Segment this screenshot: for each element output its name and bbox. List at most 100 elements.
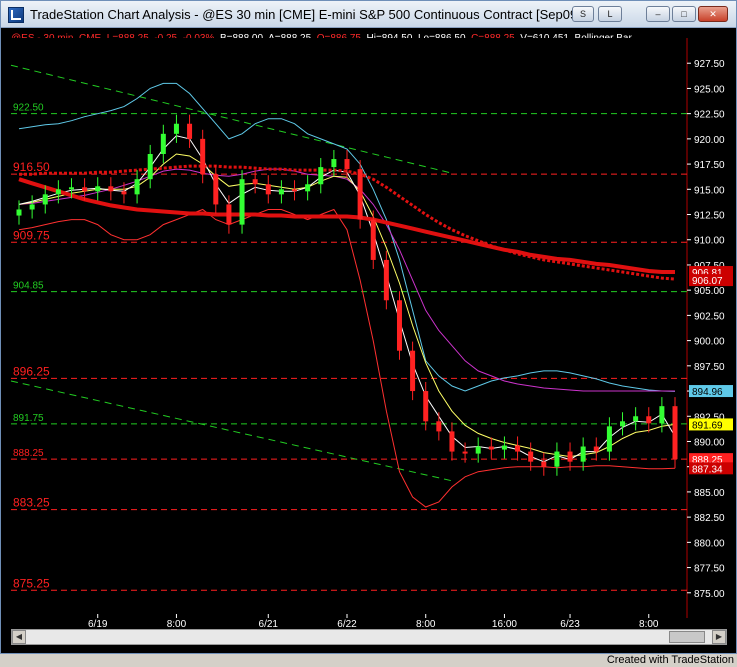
candle-body bbox=[672, 406, 678, 460]
x-axis-tick-label: 8:00 bbox=[416, 619, 436, 628]
candle-body bbox=[173, 123, 179, 134]
candle-body bbox=[475, 446, 481, 454]
chart-window: TradeStation Chart Analysis - @ES 30 min… bbox=[0, 0, 737, 654]
x-axis-tick-label: 6/21 bbox=[259, 619, 279, 628]
y-axis-tick-label: 890.00 bbox=[694, 437, 725, 448]
candle-body bbox=[344, 159, 350, 170]
candle-body bbox=[95, 186, 101, 192]
candle-body bbox=[16, 209, 22, 216]
candle-body bbox=[200, 138, 206, 175]
link-button[interactable]: L bbox=[598, 6, 622, 22]
candle-body bbox=[449, 431, 455, 452]
candle-body bbox=[187, 123, 193, 139]
candle-body bbox=[436, 421, 442, 432]
price-axis-flag-label: 891.69 bbox=[692, 420, 723, 431]
candle-body bbox=[370, 219, 376, 260]
x-axis-tick-label: 6/22 bbox=[337, 619, 357, 628]
y-axis-tick-label: 875.00 bbox=[694, 589, 725, 600]
y-axis-tick-label: 912.50 bbox=[694, 211, 725, 222]
y-axis-tick-label: 910.00 bbox=[694, 236, 725, 247]
x-axis-tick-label: 6/23 bbox=[560, 619, 580, 628]
x-axis-tick-label: 16:00 bbox=[492, 619, 517, 628]
candle-body bbox=[659, 406, 665, 424]
candle-body bbox=[501, 445, 507, 450]
maximize-button[interactable]: □ bbox=[672, 6, 696, 22]
candle-body bbox=[108, 186, 114, 192]
candle-body bbox=[357, 169, 363, 220]
candle-body bbox=[593, 446, 599, 452]
scrollbar-thumb[interactable] bbox=[669, 631, 705, 643]
close-button[interactable]: ✕ bbox=[698, 6, 728, 22]
candle-body bbox=[528, 451, 534, 462]
price-level-label: 875.25 bbox=[13, 576, 50, 590]
candle-body bbox=[620, 421, 626, 427]
candle-body bbox=[331, 159, 337, 168]
price-level-label: 888.25 bbox=[13, 448, 44, 459]
price-level-label: 909.75 bbox=[13, 228, 50, 242]
y-axis-tick-label: 920.00 bbox=[694, 135, 725, 146]
horizontal-scrollbar[interactable]: ◀ ▶ bbox=[11, 629, 727, 645]
price-level-label: 891.75 bbox=[13, 413, 44, 424]
x-axis-tick-label: 6/19 bbox=[88, 619, 108, 628]
candle-body bbox=[462, 451, 468, 454]
price-axis-flag-label: 887.34 bbox=[692, 464, 723, 475]
candle-body bbox=[213, 174, 219, 205]
candle-body bbox=[554, 451, 560, 467]
candle-body bbox=[68, 187, 74, 190]
candle-body bbox=[567, 451, 573, 462]
candle-body bbox=[121, 191, 127, 195]
y-axis-tick-label: 885.00 bbox=[694, 488, 725, 499]
y-axis-tick-label: 877.50 bbox=[694, 564, 725, 575]
price-level-label: 904.85 bbox=[13, 281, 44, 292]
y-axis-tick-label: 902.50 bbox=[694, 311, 725, 322]
price-chart[interactable]: 922.50916.50909.75904.85896.25891.75888.… bbox=[1, 28, 736, 628]
title-bar[interactable]: TradeStation Chart Analysis - @ES 30 min… bbox=[1, 1, 736, 28]
candle-body bbox=[134, 179, 140, 195]
candle-body bbox=[147, 154, 153, 180]
price-axis-flag-label: 906.07 bbox=[692, 276, 723, 287]
candle-body bbox=[396, 300, 402, 351]
minimize-button[interactable]: – bbox=[646, 6, 670, 22]
x-axis-tick-label: 8:00 bbox=[167, 619, 187, 628]
candle-body bbox=[42, 194, 48, 205]
symbol-link-button[interactable]: S bbox=[572, 6, 594, 22]
created-with-label: Created with TradeStation bbox=[606, 654, 734, 666]
y-axis-tick-label: 897.50 bbox=[694, 362, 725, 373]
price-axis-flag-label: 894.96 bbox=[692, 387, 723, 398]
candle-body bbox=[82, 187, 88, 192]
candle-body bbox=[580, 446, 586, 462]
candle-body bbox=[29, 204, 35, 210]
y-axis-tick-label: 915.00 bbox=[694, 185, 725, 196]
plot-area bbox=[11, 38, 687, 618]
candle-body bbox=[318, 167, 324, 185]
y-axis-tick-label: 927.50 bbox=[694, 59, 725, 70]
candle-body bbox=[515, 445, 521, 452]
candle-body bbox=[252, 179, 258, 185]
price-level-label: 896.25 bbox=[13, 364, 50, 378]
candle-body bbox=[55, 189, 61, 195]
candle-body bbox=[633, 416, 639, 422]
y-axis-tick-label: 925.00 bbox=[694, 84, 725, 95]
candle-body bbox=[383, 259, 389, 301]
price-level-label: 922.50 bbox=[13, 103, 44, 114]
x-axis-tick-label: 8:00 bbox=[639, 619, 659, 628]
candle-body bbox=[160, 133, 166, 154]
candle-body bbox=[305, 184, 311, 192]
y-axis-tick-label: 900.00 bbox=[694, 337, 725, 348]
candle-body bbox=[239, 179, 245, 225]
y-axis-tick-label: 882.50 bbox=[694, 513, 725, 524]
candle-body bbox=[488, 446, 494, 450]
y-axis-tick-label: 922.50 bbox=[694, 110, 725, 121]
scroll-left-arrow-icon[interactable]: ◀ bbox=[12, 630, 26, 644]
window-title: TradeStation Chart Analysis - @ES 30 min… bbox=[30, 7, 581, 22]
tradestation-app-icon bbox=[8, 7, 24, 23]
y-axis-tick-label: 880.00 bbox=[694, 538, 725, 549]
candle-body bbox=[265, 184, 271, 195]
scroll-right-arrow-icon[interactable]: ▶ bbox=[712, 630, 726, 644]
candle-body bbox=[423, 391, 429, 422]
candle-body bbox=[541, 461, 547, 467]
candle-body bbox=[410, 350, 416, 392]
candle-body bbox=[278, 189, 284, 195]
price-level-label: 883.25 bbox=[13, 496, 50, 510]
candle-body bbox=[646, 416, 652, 424]
